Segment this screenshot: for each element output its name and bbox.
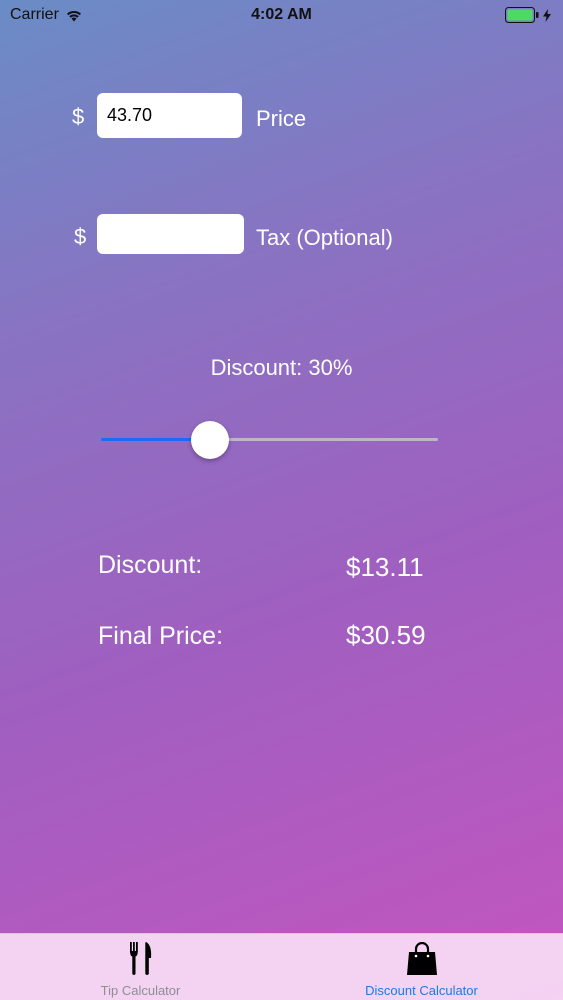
- tab-discount-calculator[interactable]: Discount Calculator: [281, 934, 562, 1000]
- discount-percent-label: Discount: 30%: [210, 355, 353, 380]
- tab-tip-calculator-label: Tip Calculator: [100, 983, 181, 998]
- battery-indicator: [505, 7, 551, 23]
- final-price-value: $30.59: [346, 620, 426, 650]
- discount-amount-label: Discount:: [98, 551, 203, 579]
- tab-tip-calculator[interactable]: Tip Calculator: [0, 934, 281, 1000]
- tab-discount-calculator-label: Discount Calculator: [365, 983, 478, 998]
- status-bar: Carrier 4:02 AM: [0, 0, 563, 30]
- tax-input[interactable]: [97, 214, 244, 254]
- final-price-label: Final Price:: [98, 622, 224, 650]
- battery-icon: [505, 7, 539, 23]
- slider-max-track: [209, 438, 438, 441]
- tax-currency-symbol: $: [74, 224, 87, 249]
- shopping-bag-icon: [406, 942, 437, 975]
- charging-bolt-icon: [543, 8, 551, 22]
- status-time: 4:02 AM: [251, 6, 312, 23]
- slider-thumb[interactable]: [190, 421, 229, 459]
- tax-label: Tax (Optional): [256, 225, 393, 250]
- fork-knife-icon: [129, 942, 151, 975]
- price-input[interactable]: [97, 93, 242, 138]
- price-label: Price: [256, 106, 307, 131]
- price-currency-symbol: $: [72, 104, 85, 129]
- discount-slider[interactable]: [101, 420, 438, 460]
- tab-bar: Tip Calculator Discount Calculator: [0, 933, 563, 1000]
- discount-amount-value: $13.11: [346, 552, 424, 582]
